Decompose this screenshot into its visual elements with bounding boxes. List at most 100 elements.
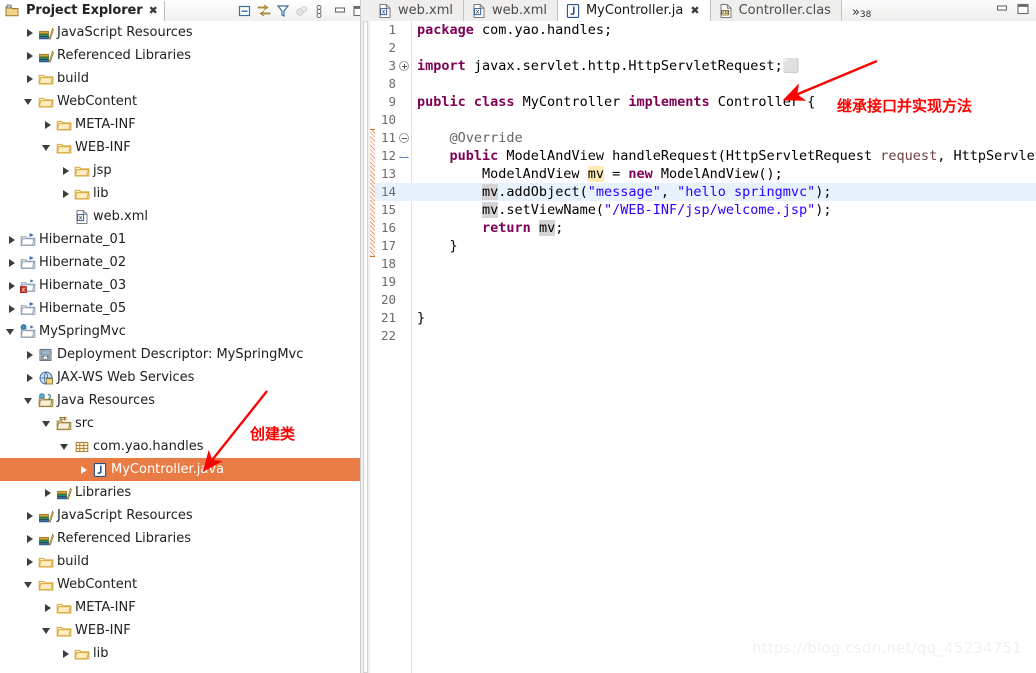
code-line[interactable]: 20 — [370, 291, 1036, 309]
code-line[interactable]: 14 mv.addObject("message", "hello spring… — [370, 183, 1036, 201]
chevron-right-icon[interactable] — [24, 533, 35, 544]
chevron-down-icon[interactable] — [60, 441, 71, 452]
chevron-right-icon[interactable] — [6, 257, 17, 268]
fold-collapse-icon[interactable] — [398, 129, 411, 147]
view-menu-icon[interactable] — [314, 4, 328, 18]
tree-item[interactable]: Hibernate_02 — [0, 251, 361, 274]
line-number: 21 — [380, 310, 396, 325]
chevron-right-icon[interactable] — [6, 234, 17, 245]
chevron-right-icon[interactable] — [60, 188, 71, 199]
java-source-editor[interactable]: 1 package com.yao.handles; 2 3 import javax.… — [370, 21, 1036, 673]
tree-item-label: META-INF — [75, 599, 136, 615]
tree-item[interactable]: build — [0, 550, 361, 573]
tree-item[interactable]: JavaScript Resources — [0, 504, 361, 527]
chevron-right-icon[interactable] — [24, 556, 35, 567]
chevron-right-icon[interactable] — [6, 303, 17, 314]
explorer-scrollbar[interactable] — [363, 21, 368, 673]
fold-range-icon[interactable] — [398, 147, 411, 165]
chevron-down-icon[interactable] — [24, 579, 35, 590]
code-line[interactable]: 11 @Override — [370, 129, 1036, 147]
tree-item[interactable]: WebContent — [0, 90, 361, 113]
code-line[interactable]: 18 — [370, 255, 1036, 273]
chevron-right-icon[interactable] — [24, 349, 35, 360]
code-line[interactable]: 8 — [370, 75, 1036, 93]
tree-item[interactable]: com.yao.handles — [0, 435, 361, 458]
chevron-right-icon[interactable] — [24, 27, 35, 38]
close-icon[interactable]: ✖ — [690, 4, 699, 17]
editor-tab-overflow[interactable]: » 38 — [842, 0, 879, 21]
tree-item[interactable]: src — [0, 412, 361, 435]
editor-tab-controller-clas[interactable]: 010 Controller.clas — [710, 0, 842, 21]
tree-item[interactable]: Hibernate_01 — [0, 228, 361, 251]
chevron-right-icon[interactable] — [24, 372, 35, 383]
code-line[interactable]: 22 — [370, 327, 1036, 345]
maximize-icon[interactable] — [1016, 2, 1030, 20]
project-explorer-tab[interactable]: Project Explorer ✖ — [0, 0, 165, 21]
chevron-right-icon[interactable] — [24, 73, 35, 84]
minimize-icon[interactable] — [995, 2, 1009, 20]
tree-item[interactable]: Libraries — [0, 481, 361, 504]
tree-item[interactable]: Java Resources — [0, 389, 361, 412]
chevron-right-icon[interactable] — [6, 280, 17, 291]
code-line[interactable]: 2 — [370, 39, 1036, 57]
chevron-down-icon[interactable] — [42, 142, 53, 153]
editor-tab-web-xml[interactable]: x web.xml — [463, 0, 558, 21]
minimize-icon[interactable] — [333, 4, 347, 18]
chevron-right-icon[interactable] — [42, 119, 53, 130]
tree-item[interactable]: META-INF — [0, 596, 361, 619]
tree-item-selected[interactable]: MyController.java — [0, 458, 361, 481]
pane-divider[interactable] — [360, 0, 370, 673]
tree-item[interactable]: jsp — [0, 159, 361, 182]
tree-item[interactable]: WebContent — [0, 573, 361, 596]
tree-item[interactable]: Referenced Libraries — [0, 527, 361, 550]
code-line[interactable]: 12 public ModelAndView handleRequest(Htt… — [370, 147, 1036, 165]
tree-item[interactable]: Hibernate_05 — [0, 297, 361, 320]
chevron-down-icon[interactable] — [24, 395, 35, 406]
chevron-right-icon[interactable] — [24, 510, 35, 521]
collapse-all-icon[interactable] — [238, 4, 252, 18]
close-icon[interactable]: ✖ — [149, 5, 158, 16]
tree-item[interactable]: JAX-WS Web Services — [0, 366, 361, 389]
tree-item[interactable]: META-INF — [0, 113, 361, 136]
tree-item[interactable]: Referenced Libraries — [0, 44, 361, 67]
chevron-right-icon[interactable] — [60, 165, 71, 176]
editor-window-controls — [995, 0, 1036, 21]
code-line[interactable]: 16 return mv; — [370, 219, 1036, 237]
filter-icon[interactable] — [276, 4, 290, 18]
code-line[interactable]: 21} — [370, 309, 1036, 327]
editor-tab-web-xml[interactable]: x web.xml — [370, 0, 464, 21]
tree-item[interactable]: JavaScript Resources — [0, 21, 361, 44]
tree-item[interactable]: x web.xml — [0, 205, 361, 228]
link-with-editor-icon[interactable] — [257, 4, 271, 18]
code-line[interactable]: 15 mv.setViewName("/WEB-INF/jsp/welcome.… — [370, 201, 1036, 219]
code-line[interactable]: 1 package com.yao.handles; — [370, 21, 1036, 39]
fold-expand-icon[interactable] — [398, 57, 411, 75]
chevron-right-icon[interactable] — [42, 602, 53, 613]
code-line[interactable]: 13 ModelAndView mv = new ModelAndView(); — [370, 165, 1036, 183]
tree-item[interactable]: lib — [0, 182, 361, 205]
tree-item[interactable]: lib — [0, 642, 361, 665]
editor-tab-mycontroller-ja[interactable]: MyController.ja ✖ — [557, 0, 711, 21]
code-line[interactable]: 3 import javax.servlet.http.HttpServletRe… — [370, 57, 1036, 75]
tree-item[interactable]: build — [0, 67, 361, 90]
tree-item-label: MySpringMvc — [39, 323, 126, 339]
tree-item[interactable]: x Hibernate_03 — [0, 274, 361, 297]
tree-item[interactable]: WEB-INF — [0, 136, 361, 159]
chevron-down-icon[interactable] — [24, 96, 35, 107]
tree-item[interactable]: WEB-INF — [0, 619, 361, 642]
code-line[interactable]: 19 — [370, 273, 1036, 291]
chevron-down-icon[interactable] — [42, 418, 53, 429]
chevron-right-icon[interactable] — [78, 464, 89, 475]
tree-item[interactable]: MySpringMvc — [0, 320, 361, 343]
chevron-right-icon[interactable] — [42, 487, 53, 498]
chevron-down-icon[interactable] — [42, 625, 53, 636]
editor-tabbar[interactable]: x web.xml x web.xml MyController.ja ✖ 010 Contr… — [370, 0, 1036, 22]
tree-item[interactable]: 4.0 Deployment Descriptor: MySpringMvc — [0, 343, 361, 366]
chevron-down-icon[interactable] — [6, 326, 17, 337]
chevron-right-icon[interactable] — [24, 50, 35, 61]
chevron-right-icon[interactable] — [60, 648, 71, 659]
code-line[interactable]: 17 } — [370, 237, 1036, 255]
project-tree[interactable]: JavaScript Resources Referenced Libraries… — [0, 21, 361, 673]
